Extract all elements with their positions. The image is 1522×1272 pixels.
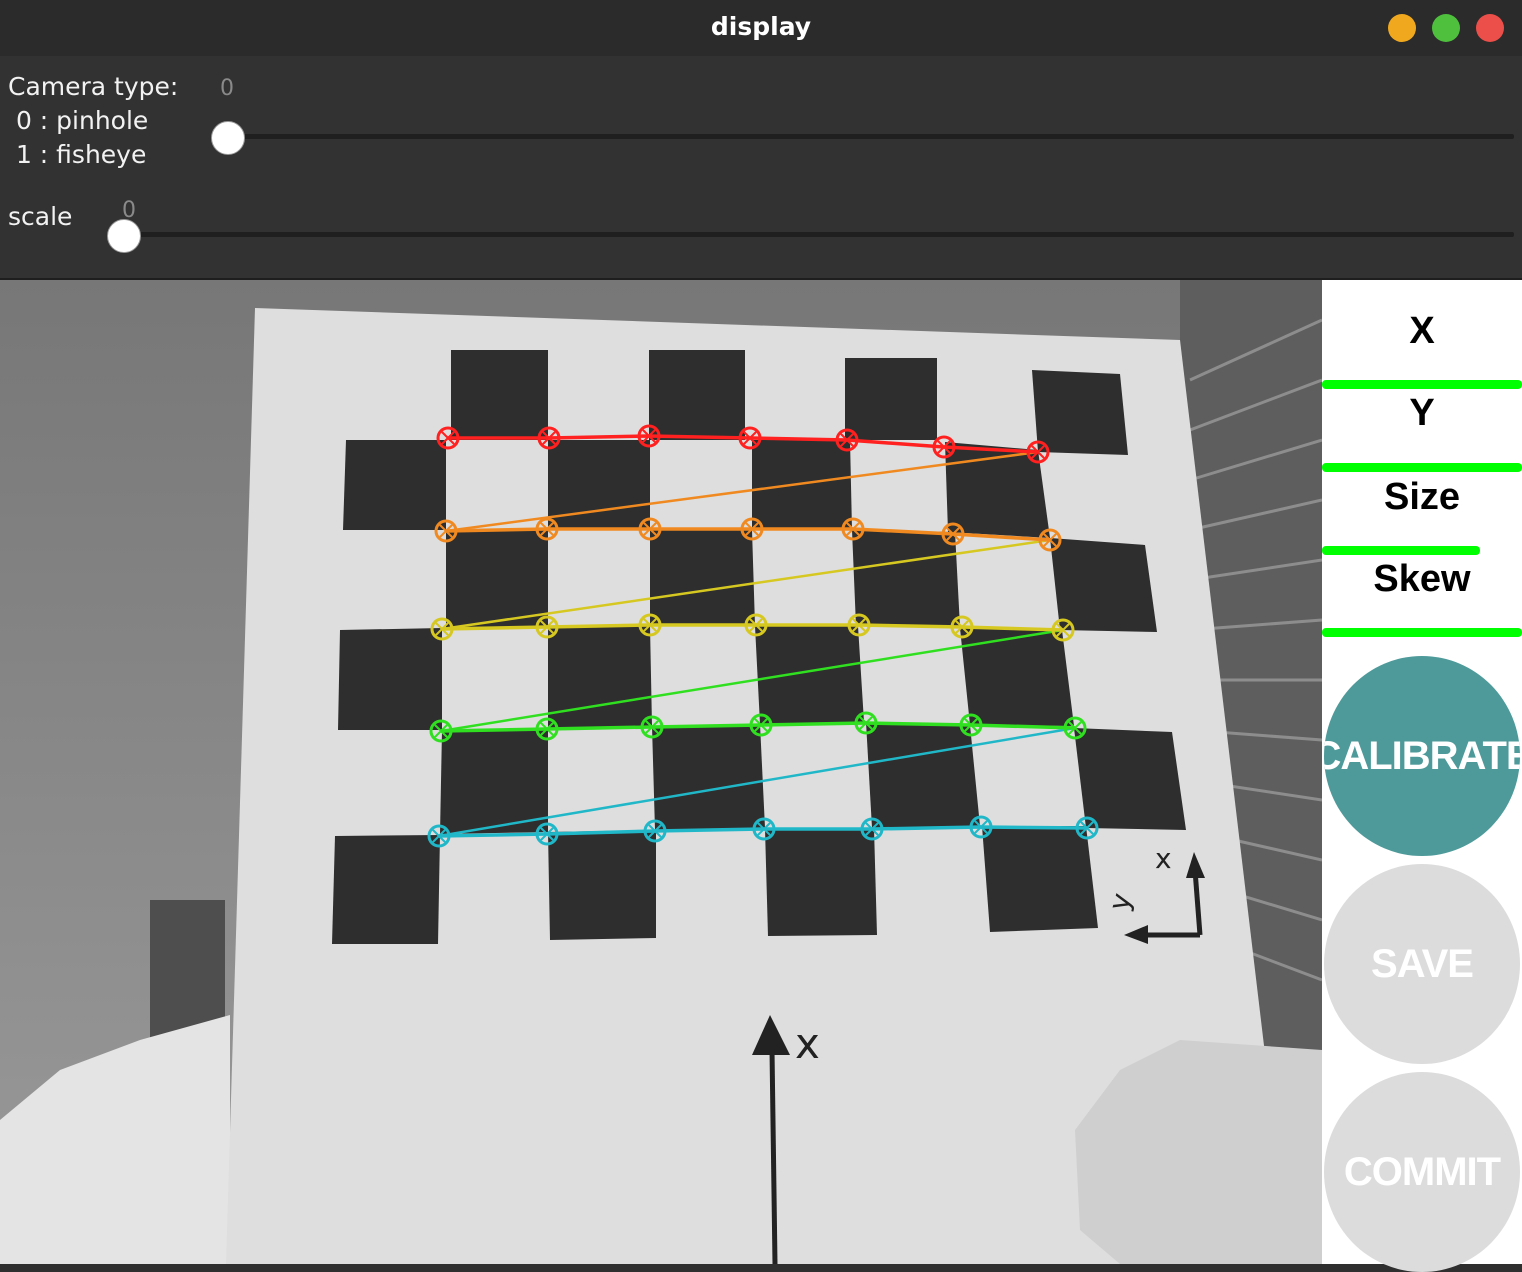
metric-label-skew: Skew [1373, 558, 1471, 600]
scale-slider-handle[interactable] [107, 219, 141, 253]
metric-label-x: X [1409, 310, 1435, 352]
metric-bar-x [1322, 380, 1522, 389]
calibrate-button[interactable]: CALIBRATE [1324, 656, 1520, 856]
window-title: display [710, 12, 812, 41]
close-button[interactable] [1476, 14, 1504, 42]
minimize-button[interactable] [1388, 14, 1416, 42]
metric-label-y: Y [1409, 392, 1435, 434]
camera-type-label: Camera type: [8, 72, 179, 101]
board-axis-label-small-x: x [1155, 842, 1172, 875]
board-axis-label-x: x [795, 1019, 820, 1068]
camera-type-value: 0 [220, 76, 234, 101]
scale-slider-track[interactable] [108, 232, 1514, 237]
metric-bar-skew [1322, 628, 1522, 637]
metric-bar-y [1322, 463, 1522, 472]
commit-button[interactable]: COMMIT [1324, 1072, 1520, 1272]
trackbar-panel: Camera type: 0 : pinhole 1 : fisheye 0 s… [0, 56, 1522, 278]
calibration-sidebar: X Y Size Skew CALIBRATE SAVE COMMIT [1322, 280, 1522, 1272]
camera-type-option-pinhole: 0 : pinhole [8, 106, 149, 135]
metric-bar-size [1322, 546, 1480, 555]
camera-type-slider-track[interactable] [212, 134, 1514, 139]
window-titlebar[interactable]: display [0, 0, 1522, 56]
camera-type-option-fisheye: 1 : fisheye [8, 140, 147, 169]
camera-type-slider-handle[interactable] [211, 121, 245, 155]
scale-label: scale [8, 202, 73, 231]
maximize-button[interactable] [1432, 14, 1460, 42]
camera-feed[interactable]: x x y [0, 280, 1322, 1264]
camera-view-area: x x y X Y Size Skew CALIBRATE SAVE COMMI… [0, 280, 1522, 1272]
save-button[interactable]: SAVE [1324, 864, 1520, 1064]
metric-label-size: Size [1383, 476, 1461, 518]
